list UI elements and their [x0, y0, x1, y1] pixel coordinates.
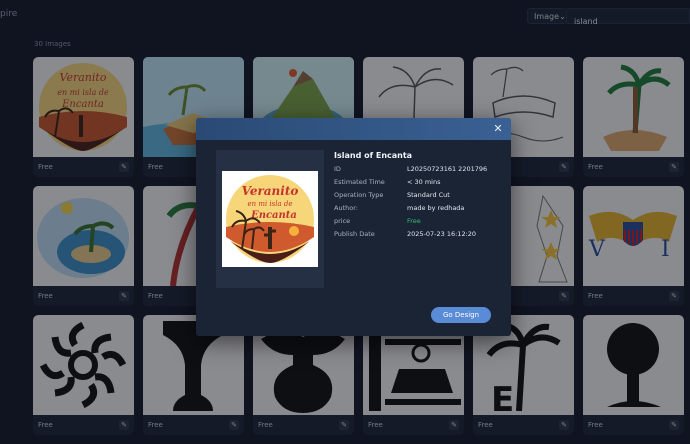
artwork-line-1: Veranito [242, 184, 299, 198]
detail-label: Operation Type [334, 191, 384, 199]
detail-row-operation-type: Operation Type Standard Cut [334, 191, 504, 203]
go-design-button[interactable]: Go Design [431, 307, 491, 323]
detail-value: Standard Cut [407, 191, 450, 199]
detail-row-price: price Free [334, 217, 504, 229]
detail-row-publish-date: Publish Date 2025-07-23 16:12:20 [334, 230, 504, 242]
detail-label: Estimated Time [334, 178, 385, 186]
detail-value: 2025-07-23 16:12:20 [407, 230, 477, 238]
design-preview-image: Veranito en mi isla de Encanta [222, 171, 318, 267]
detail-label: ID [334, 165, 341, 173]
design-preview: Veranito en mi isla de Encanta [216, 150, 324, 288]
detail-row-id: ID L20250723161 2201796 [334, 165, 504, 177]
detail-label: Publish Date [334, 230, 375, 238]
detail-row-estimated-time: Estimated Time < 30 mins [334, 178, 504, 190]
close-icon[interactable]: ✕ [491, 122, 505, 136]
detail-value: made by redhada [407, 204, 465, 212]
artwork-line-2: en mi isla de [247, 200, 292, 208]
detail-value: L20250723161 2201796 [407, 165, 488, 173]
design-title: Island of Encanta [334, 151, 413, 160]
image-detail-modal: ✕ Veranito en mi isla de Encanta Island … [196, 118, 511, 336]
detail-value-price: Free [407, 217, 421, 225]
detail-label: price [334, 217, 351, 225]
detail-row-author: Author: made by redhada [334, 204, 504, 216]
detail-label: Author: [334, 204, 358, 212]
modal-header: ✕ [196, 118, 511, 140]
detail-value: < 30 mins [407, 178, 441, 186]
